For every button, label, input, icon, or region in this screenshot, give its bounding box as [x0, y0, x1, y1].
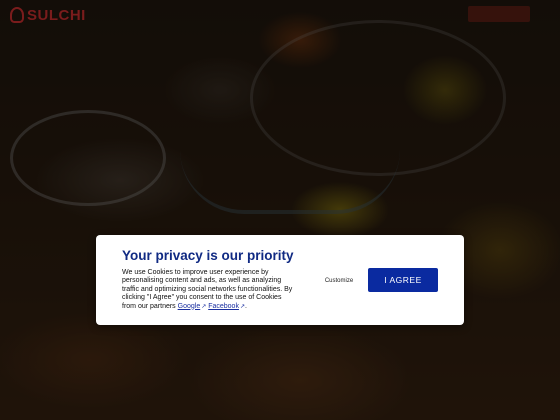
facebook-link-label: Facebook	[208, 302, 239, 310]
site-logo[interactable]: SULCHI	[10, 6, 86, 24]
agree-button[interactable]: I AGREE	[368, 268, 438, 292]
cookie-body: We use Cookies to improve user experienc…	[122, 269, 294, 311]
cookie-title: Your privacy is our priority	[122, 248, 294, 263]
brand-logo-icon	[10, 7, 24, 23]
logo-text: SULCHI	[27, 6, 86, 24]
page: SULCHI Your privacy is our priority We u…	[0, 0, 560, 420]
header-action-button[interactable]	[468, 6, 530, 22]
end-punctuation: .	[244, 302, 247, 310]
modal-overlay	[0, 0, 560, 420]
cookie-consent-dialog: Your privacy is our priority We use Cook…	[96, 235, 464, 325]
facebook-link[interactable]: Facebook↗	[208, 303, 245, 310]
customize-button[interactable]: Customize	[314, 275, 364, 287]
google-link[interactable]: Google↗	[178, 303, 207, 310]
google-link-label: Google	[177, 302, 201, 310]
